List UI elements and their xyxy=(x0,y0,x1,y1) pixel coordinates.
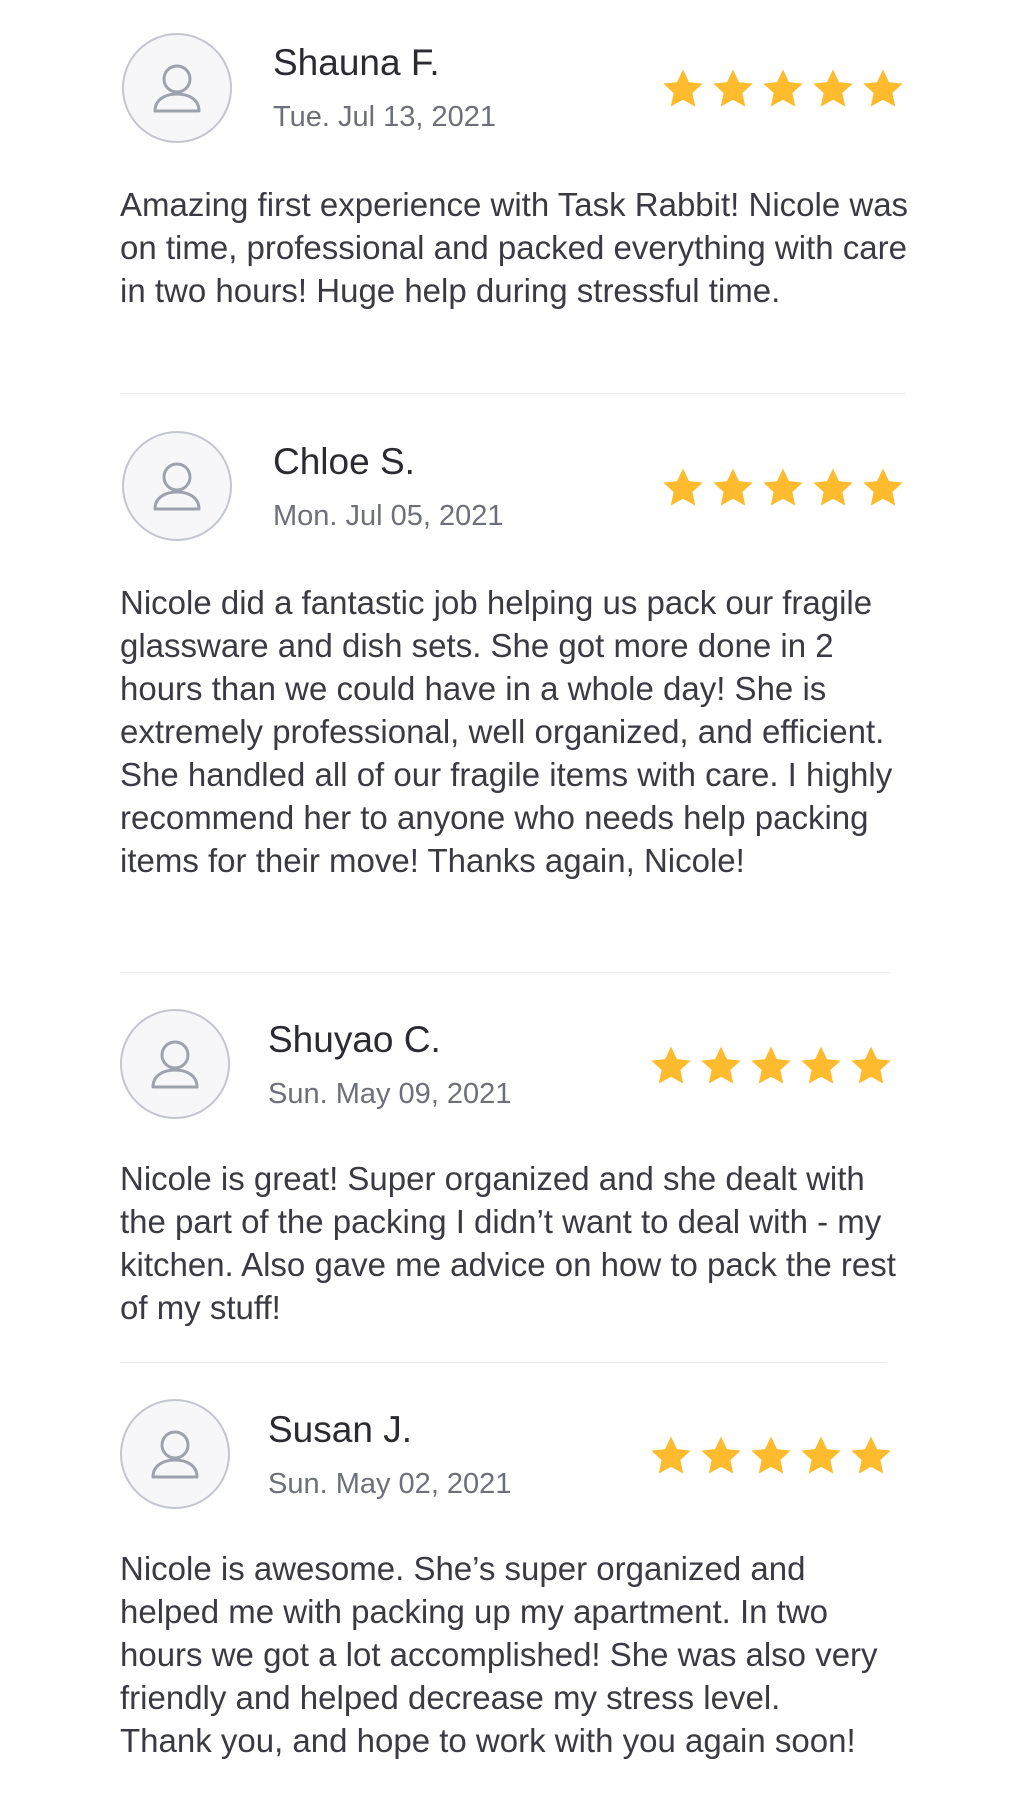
star-rating xyxy=(648,1433,894,1479)
star-icon xyxy=(763,69,803,107)
avatar xyxy=(122,33,232,143)
avatar xyxy=(120,1009,230,1119)
divider xyxy=(120,393,905,394)
star-icon xyxy=(713,69,753,107)
user-icon xyxy=(151,1430,199,1479)
star-icon xyxy=(651,1436,691,1474)
star-icon xyxy=(751,1046,791,1084)
star-icon xyxy=(663,468,703,506)
reviewer-name: Susan J. xyxy=(268,1409,412,1450)
star-icon xyxy=(701,1436,741,1474)
review-date: Sun. May 02, 2021 xyxy=(268,1468,512,1500)
star-rating xyxy=(648,1043,894,1089)
review-date: Sun. May 09, 2021 xyxy=(268,1078,512,1110)
reviewer-name: Shauna F. xyxy=(273,42,440,83)
star-icon xyxy=(851,1436,891,1474)
star-icon xyxy=(813,468,853,506)
star-icon xyxy=(763,468,803,506)
star-icon xyxy=(813,69,853,107)
review-date: Tue. Jul 13, 2021 xyxy=(273,101,497,133)
user-icon xyxy=(153,462,201,511)
review-text: Nicole is great! Super organized and she… xyxy=(120,1160,896,1326)
reviewer-name: Shuyao C. xyxy=(268,1019,441,1060)
avatar xyxy=(120,1399,230,1509)
star-icon xyxy=(701,1046,741,1084)
reviewer-name: Chloe S. xyxy=(273,441,415,482)
user-icon xyxy=(153,64,201,113)
star-icon xyxy=(713,468,753,506)
star-rating xyxy=(660,66,906,112)
star-icon xyxy=(801,1436,841,1474)
star-icon xyxy=(651,1046,691,1084)
star-icon xyxy=(801,1046,841,1084)
review-text: Nicole did a fantastic job helping us pa… xyxy=(120,584,893,879)
divider xyxy=(120,1362,886,1363)
user-icon xyxy=(151,1040,199,1089)
star-icon xyxy=(663,69,703,107)
review-text: Amazing first experience with Task Rabbi… xyxy=(120,186,909,309)
review-text: Nicole is awesome. She’s super organized… xyxy=(120,1550,878,1759)
avatar xyxy=(122,431,232,541)
star-icon xyxy=(751,1436,791,1474)
star-icon xyxy=(851,1046,891,1084)
review-date: Mon. Jul 05, 2021 xyxy=(273,500,504,532)
star-icon xyxy=(863,468,903,506)
divider xyxy=(120,972,890,973)
star-rating xyxy=(660,465,906,511)
star-icon xyxy=(863,69,903,107)
